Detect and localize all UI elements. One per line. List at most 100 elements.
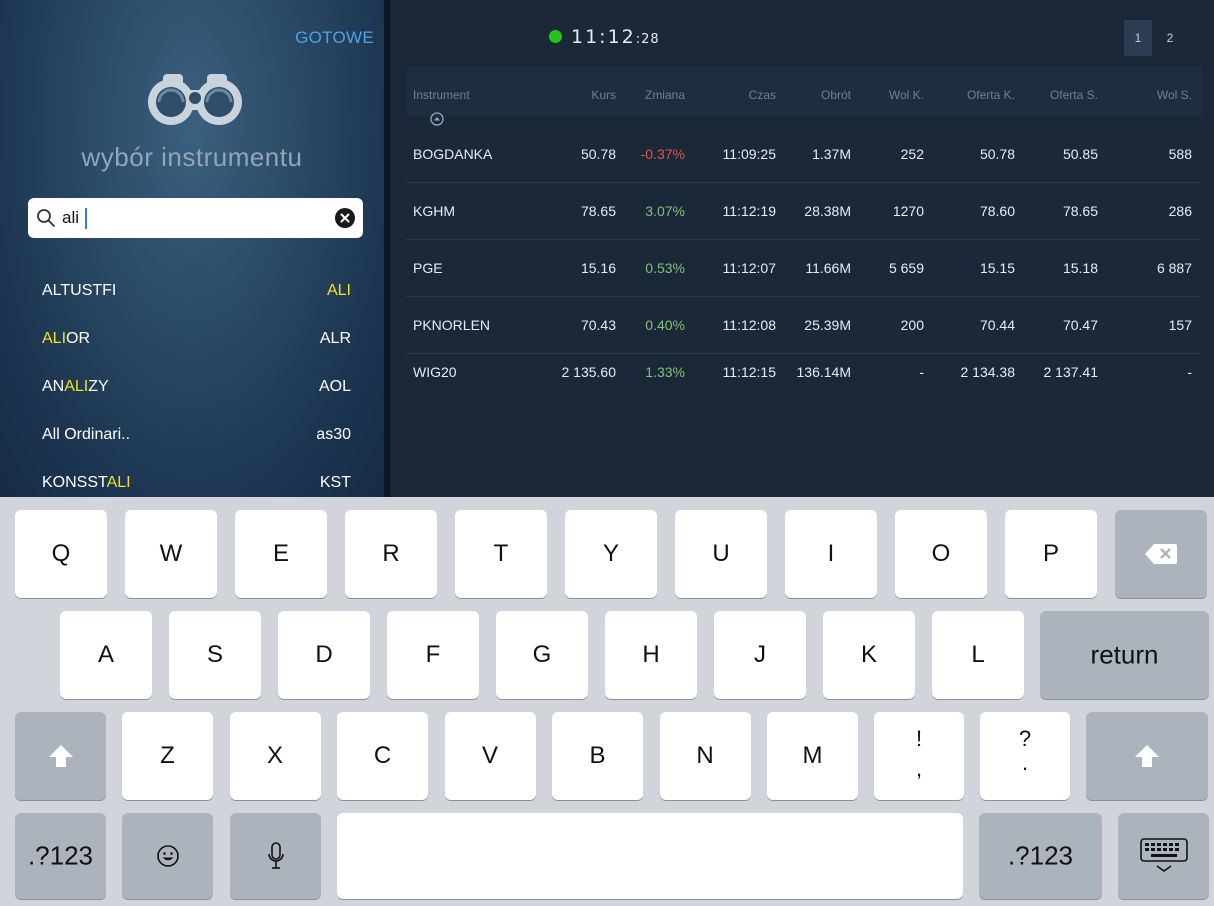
hide-keyboard-key[interactable] [1118, 813, 1209, 899]
key-c-label: C [373, 742, 392, 769]
clock-seconds: :28 [635, 32, 660, 47]
return-key[interactable]: return [1040, 611, 1209, 699]
search-result-item[interactable]: ALTUSTFI ALI [0, 270, 384, 318]
numbers-key-left[interactable]: .?123 [15, 813, 106, 899]
key-f-label: F [425, 641, 441, 668]
key-o[interactable]: O [895, 510, 987, 598]
key-question-period[interactable]: ?. [980, 712, 1070, 800]
cell-obrot: 11.66M [805, 260, 851, 276]
cell-kurs: 15.16 [580, 260, 616, 276]
cell-oferta-k: 78.60 [979, 203, 1015, 219]
quote-row[interactable]: PGE 15.16 0.53% 11:12:07 11.66M 5 659 15.15 15.… [407, 240, 1202, 297]
search-result-item[interactable]: KONSSTALI KST [0, 462, 384, 497]
quote-row[interactable]: KGHM 78.65 3.07% 11:12:19 28.38M 1270 78.60 78.… [407, 183, 1202, 240]
search-result-name: All Ordinari.. [42, 426, 130, 444]
space-key[interactable] [337, 813, 963, 899]
quote-row[interactable]: WIG20 2 135.60 1.33% 11:12:15 136.14M - 2 134.… [407, 354, 1202, 411]
key-q[interactable]: Q [15, 510, 107, 598]
search-field[interactable] [28, 198, 363, 238]
search-result-symbol: ALR [320, 330, 351, 348]
key-l-label: L [971, 641, 985, 668]
name-text: ALTUSTFI [42, 282, 117, 299]
backspace-key[interactable] [1115, 510, 1207, 598]
done-button[interactable]: GOTOWE [295, 28, 374, 48]
search-result-item[interactable]: ANALIZY AOL [0, 366, 384, 414]
cell-czas: 11:12:07 [722, 260, 776, 276]
cell-instrument: WIG20 [413, 364, 457, 380]
key-a-label: A [97, 641, 114, 668]
key-t[interactable]: T [455, 510, 547, 598]
key-d[interactable]: D [278, 611, 370, 699]
column-header-obrot[interactable]: Obrót [821, 88, 851, 102]
key-r[interactable]: R [345, 510, 437, 598]
column-header-czas[interactable]: Czas [749, 88, 776, 102]
quote-row[interactable]: PKNORLEN 70.43 0.40% 11:12:08 25.39M 200 70.44… [407, 297, 1202, 354]
cell-oferta-s: 15.18 [1062, 260, 1098, 276]
cell-oferta-k: 70.44 [979, 317, 1015, 333]
search-input[interactable] [62, 198, 322, 238]
quotes-panel: 11:12:28 1 2 Instrument Kurs Zmiana Czas… [390, 0, 1214, 497]
cell-wol-s: 157 [1168, 317, 1192, 333]
key-period-label: . [1021, 750, 1029, 775]
shift-key-left[interactable] [15, 712, 106, 800]
key-u[interactable]: U [675, 510, 767, 598]
key-h[interactable]: H [605, 611, 697, 699]
emoji-key[interactable] [122, 813, 213, 899]
column-header-oferta-k[interactable]: Oferta K. [967, 88, 1015, 102]
key-b[interactable]: B [552, 712, 643, 800]
key-l[interactable]: L [932, 611, 1024, 699]
key-k[interactable]: K [823, 611, 915, 699]
column-header-wol-s[interactable]: Wol S. [1157, 88, 1192, 102]
clear-icon[interactable] [335, 208, 355, 228]
name-text: KONSST [42, 474, 107, 491]
column-header-zmiana[interactable]: Zmiana [645, 88, 685, 102]
key-comma-label: , [915, 756, 923, 781]
column-header-kurs[interactable]: Kurs [591, 88, 616, 102]
cell-czas: 11:12:19 [722, 203, 776, 219]
key-p-label: P [1042, 540, 1059, 567]
name-text: OR [66, 330, 91, 347]
numbers-key-left-label: .?123 [27, 840, 94, 871]
key-f[interactable]: F [387, 611, 479, 699]
column-header-instrument[interactable]: Instrument [413, 88, 470, 102]
key-z[interactable]: Z [122, 712, 213, 800]
key-n[interactable]: N [659, 712, 751, 800]
key-exclamation-comma[interactable]: !, [874, 712, 964, 800]
panel-title: wybór instrumentu [81, 142, 303, 172]
key-w[interactable]: W [125, 510, 217, 598]
key-m[interactable]: M [767, 712, 858, 800]
key-y[interactable]: Y [565, 510, 657, 598]
page-button-2[interactable]: 2 [1156, 20, 1184, 56]
key-g[interactable]: G [496, 611, 588, 699]
shift-key-right[interactable] [1086, 712, 1208, 800]
highlighted-match: ALI [42, 330, 67, 347]
key-a[interactable]: A [60, 611, 152, 699]
quote-row[interactable]: BOGDANKA 50.78 -0.37% 11:09:25 1.37M 252 50.78… [407, 126, 1202, 183]
numbers-key-right[interactable]: .?123 [979, 813, 1102, 899]
key-e[interactable]: E [235, 510, 327, 598]
symbol-text: KST [319, 474, 351, 491]
key-y-label: Y [602, 540, 619, 567]
key-j[interactable]: J [714, 611, 806, 699]
cell-kurs: 50.78 [580, 146, 616, 162]
key-p[interactable]: P [1005, 510, 1097, 598]
cell-kurs: 2 135.60 [561, 364, 617, 380]
key-t-label: T [493, 540, 509, 567]
hide-keyboard-icon [1139, 838, 1188, 872]
key-x[interactable]: X [229, 712, 321, 800]
key-d-label: D [315, 641, 333, 668]
sort-ascending-icon[interactable] [430, 112, 444, 126]
key-h-label: H [642, 641, 660, 668]
column-header-wol-k[interactable]: Wol K. [889, 88, 924, 102]
key-c[interactable]: C [337, 712, 428, 800]
key-s[interactable]: S [169, 611, 261, 699]
search-icon [37, 209, 55, 227]
key-i[interactable]: I [785, 510, 877, 598]
key-v[interactable]: V [444, 712, 536, 800]
search-result-item[interactable]: ALIOR ALR [0, 318, 384, 366]
search-result-symbol: ALI [327, 282, 351, 300]
column-header-oferta-s[interactable]: Oferta S. [1050, 88, 1098, 102]
page-button-1[interactable]: 1 [1124, 20, 1152, 56]
search-result-item[interactable]: All Ordinari.. as30 [0, 414, 384, 462]
dictation-key[interactable] [230, 813, 321, 899]
